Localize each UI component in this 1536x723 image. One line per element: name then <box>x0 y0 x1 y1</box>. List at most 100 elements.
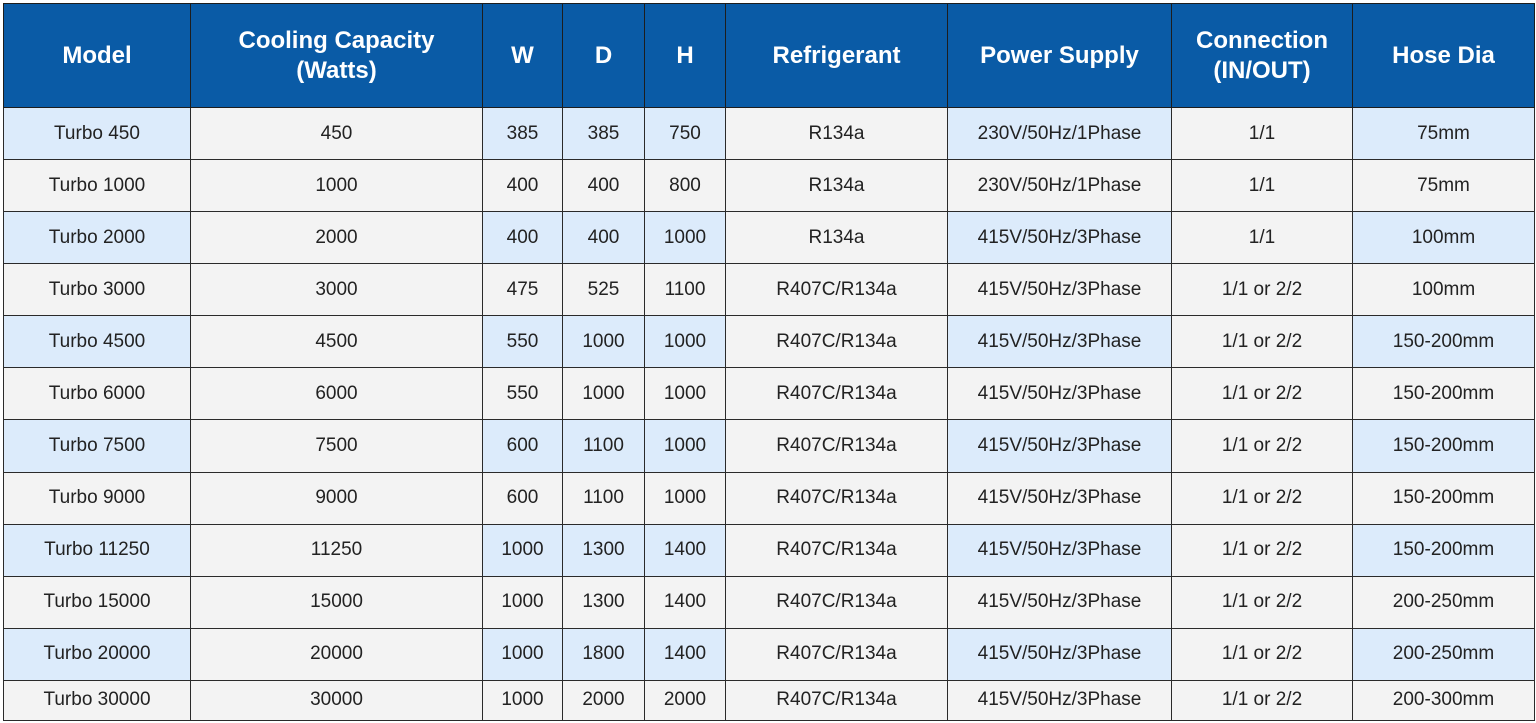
cell-d: 400 <box>562 211 645 265</box>
cell-d: 1000 <box>562 315 645 369</box>
column-header-model: Model <box>3 3 191 108</box>
cell-model: Turbo 20000 <box>3 627 191 681</box>
cell-model: Turbo 11250 <box>3 523 191 577</box>
cell-connection: 1/1 or 2/2 <box>1171 315 1353 369</box>
cell-d: 1800 <box>562 627 645 681</box>
table-header: Model Cooling Capacity (Watts) W D H Refrigera… <box>3 3 1535 108</box>
cell-hose: 75mm <box>1352 106 1535 161</box>
cell-h: 1100 <box>644 263 726 317</box>
cell-power: 415V/50Hz/3Phase <box>947 367 1172 421</box>
cell-connection: 1/1 or 2/2 <box>1171 575 1353 629</box>
cell-d: 525 <box>562 263 645 317</box>
table-row: Turbo 30000 30000 1000 2000 2000 R407C/R134a 4… <box>3 679 1535 722</box>
cell-hose: 200-250mm <box>1352 627 1535 681</box>
cell-refrigerant: R407C/R134a <box>725 419 948 473</box>
cell-refrigerant: R407C/R134a <box>725 679 948 722</box>
cell-cooling: 9000 <box>190 471 483 525</box>
cell-model: Turbo 15000 <box>3 575 191 629</box>
cell-d: 1100 <box>562 471 645 525</box>
cell-connection: 1/1 or 2/2 <box>1171 627 1353 681</box>
cell-h: 1000 <box>644 419 726 473</box>
cell-w: 400 <box>482 211 563 265</box>
column-header-text: (IN/OUT) <box>1213 56 1311 84</box>
cell-connection: 1/1 <box>1171 106 1353 161</box>
column-header-text: Power Supply <box>980 41 1139 69</box>
table-row: Turbo 2000 2000 400 400 1000 R134a 415V/50Hz/3… <box>3 211 1535 265</box>
cell-refrigerant: R134a <box>725 211 948 265</box>
column-header-h: H <box>644 3 726 108</box>
cell-w: 385 <box>482 106 563 161</box>
table-row: Turbo 6000 6000 550 1000 1000 R407C/R134a 415V… <box>3 367 1535 421</box>
cell-refrigerant: R134a <box>725 106 948 161</box>
cell-cooling: 2000 <box>190 211 483 265</box>
table-row: Turbo 3000 3000 475 525 1100 R407C/R134a 415V/… <box>3 263 1535 317</box>
table-row: Turbo 1000 1000 400 400 800 R134a 230V/50Hz/1P… <box>3 159 1535 213</box>
cell-w: 550 <box>482 367 563 421</box>
cell-power: 415V/50Hz/3Phase <box>947 419 1172 473</box>
cell-w: 1000 <box>482 575 563 629</box>
cell-w: 475 <box>482 263 563 317</box>
cell-refrigerant: R407C/R134a <box>725 471 948 525</box>
cell-h: 1400 <box>644 575 726 629</box>
cell-connection: 1/1 or 2/2 <box>1171 679 1353 722</box>
cell-model: Turbo 1000 <box>3 159 191 213</box>
cell-d: 1300 <box>562 523 645 577</box>
column-header-text: W <box>511 41 534 69</box>
cell-power: 415V/50Hz/3Phase <box>947 575 1172 629</box>
cell-cooling: 30000 <box>190 679 483 722</box>
table-body: Turbo 450 450 385 385 750 R134a 230V/50Hz/1Pha… <box>3 106 1535 722</box>
cell-hose: 150-200mm <box>1352 315 1535 369</box>
cell-model: Turbo 2000 <box>3 211 191 265</box>
table-row: Turbo 15000 15000 1000 1300 1400 R407C/R134a 4… <box>3 575 1535 629</box>
cell-refrigerant: R407C/R134a <box>725 315 948 369</box>
cell-hose: 150-200mm <box>1352 419 1535 473</box>
cell-model: Turbo 3000 <box>3 263 191 317</box>
cell-connection: 1/1 <box>1171 159 1353 213</box>
table-row: Turbo 4500 4500 550 1000 1000 R407C/R134a 415V… <box>3 315 1535 369</box>
cell-w: 600 <box>482 471 563 525</box>
cell-w: 400 <box>482 159 563 213</box>
cell-refrigerant: R407C/R134a <box>725 523 948 577</box>
table-row: Turbo 11250 11250 1000 1300 1400 R407C/R134a 4… <box>3 523 1535 577</box>
cell-model: Turbo 7500 <box>3 419 191 473</box>
cell-h: 1000 <box>644 367 726 421</box>
cell-h: 1000 <box>644 211 726 265</box>
cell-hose: 100mm <box>1352 263 1535 317</box>
cell-model: Turbo 4500 <box>3 315 191 369</box>
column-header-text: H <box>676 41 694 69</box>
table-row: Turbo 9000 9000 600 1100 1000 R407C/R134a 415V… <box>3 471 1535 525</box>
cell-hose: 200-300mm <box>1352 679 1535 722</box>
column-header-text: Cooling Capacity <box>238 26 435 54</box>
cell-refrigerant: R407C/R134a <box>725 367 948 421</box>
cell-d: 1100 <box>562 419 645 473</box>
cell-hose: 150-200mm <box>1352 367 1535 421</box>
cell-cooling: 15000 <box>190 575 483 629</box>
column-header-text: Hose Dia <box>1392 41 1495 69</box>
cell-power: 230V/50Hz/1Phase <box>947 106 1172 161</box>
cell-h: 1000 <box>644 315 726 369</box>
cell-w: 1000 <box>482 627 563 681</box>
table-row: Turbo 7500 7500 600 1100 1000 R407C/R134a 415V… <box>3 419 1535 473</box>
header-row: Model Cooling Capacity (Watts) W D H Refrigera… <box>3 3 1535 108</box>
cell-power: 415V/50Hz/3Phase <box>947 627 1172 681</box>
cell-hose: 150-200mm <box>1352 471 1535 525</box>
cell-hose: 150-200mm <box>1352 523 1535 577</box>
cell-h: 1400 <box>644 627 726 681</box>
cell-refrigerant: R134a <box>725 159 948 213</box>
cell-hose: 200-250mm <box>1352 575 1535 629</box>
cell-h: 750 <box>644 106 726 161</box>
cell-refrigerant: R407C/R134a <box>725 263 948 317</box>
cell-connection: 1/1 or 2/2 <box>1171 523 1353 577</box>
cell-cooling: 6000 <box>190 367 483 421</box>
cell-d: 1000 <box>562 367 645 421</box>
cell-hose: 100mm <box>1352 211 1535 265</box>
cell-d: 1300 <box>562 575 645 629</box>
column-header-d: D <box>562 3 645 108</box>
cell-h: 1400 <box>644 523 726 577</box>
cell-connection: 1/1 <box>1171 211 1353 265</box>
cell-connection: 1/1 or 2/2 <box>1171 263 1353 317</box>
column-header-w: W <box>482 3 563 108</box>
cell-refrigerant: R407C/R134a <box>725 627 948 681</box>
column-header-text: (Watts) <box>296 56 377 84</box>
spec-table: Model Cooling Capacity (Watts) W D H Refrigera… <box>3 3 1535 722</box>
